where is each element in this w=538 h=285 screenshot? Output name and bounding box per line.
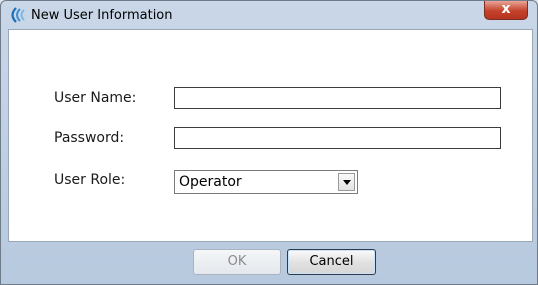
ok-button[interactable]: OK xyxy=(193,249,281,275)
chevron-down-icon xyxy=(343,180,351,185)
username-label: User Name: xyxy=(54,90,137,106)
new-user-dialog: New User Information x User Name: Passwo… xyxy=(0,0,538,285)
user-role-select[interactable]: Operator xyxy=(174,170,358,194)
cancel-button[interactable]: Cancel xyxy=(287,249,376,275)
user-role-label: User Role: xyxy=(54,172,126,188)
close-icon: x xyxy=(501,1,511,17)
app-logo-icon xyxy=(11,7,25,23)
button-bar: OK Cancel xyxy=(8,242,533,280)
password-input[interactable] xyxy=(174,127,501,149)
user-role-value: Operator xyxy=(179,174,242,190)
username-input[interactable] xyxy=(174,87,501,109)
window-title: New User Information xyxy=(31,8,173,23)
title-bar[interactable]: New User Information x xyxy=(1,1,537,29)
close-button[interactable]: x xyxy=(484,1,528,20)
dropdown-arrow-button[interactable] xyxy=(338,173,355,191)
password-label: Password: xyxy=(54,130,125,146)
form-panel: User Name: Password: User Role: Operator xyxy=(8,29,533,242)
